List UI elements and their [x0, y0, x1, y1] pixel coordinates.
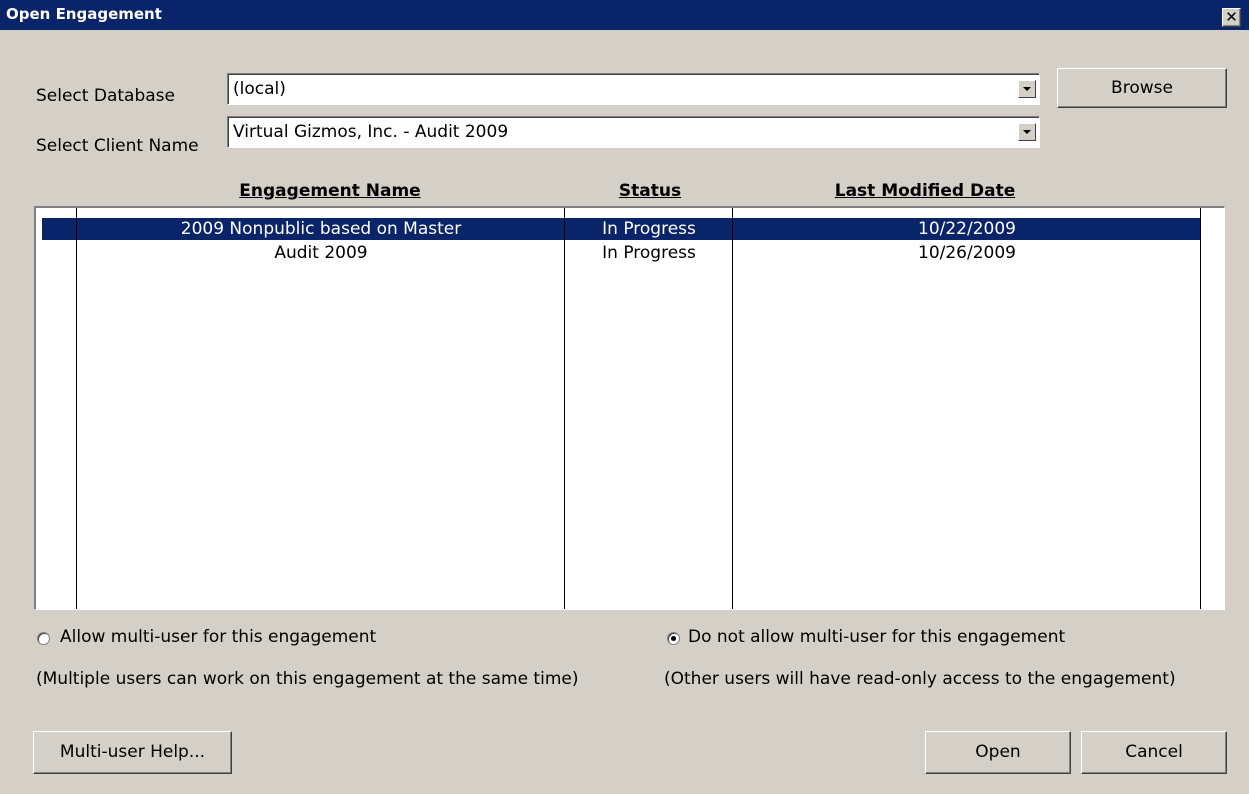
- allow-multiuser-radio[interactable]: [37, 632, 50, 645]
- client-combo[interactable]: Virtual Gizmos, Inc. - Audit 2009: [227, 116, 1040, 148]
- database-combo[interactable]: (local): [227, 73, 1040, 105]
- column-divider: [76, 208, 77, 609]
- modified-cell: 10/26/2009: [918, 243, 1016, 263]
- status-cell: In Progress: [602, 243, 696, 263]
- table-row[interactable]: 2009 Nonpublic based on Master In Progre…: [42, 218, 1201, 240]
- allow-multiuser-label[interactable]: Allow multi-user for this engagement: [60, 627, 376, 647]
- table-row[interactable]: Audit 2009 In Progress 10/26/2009: [42, 242, 1201, 264]
- column-header-engagement-name[interactable]: Engagement Name: [200, 181, 460, 201]
- modified-cell: 10/22/2009: [918, 219, 1016, 239]
- deny-multiuser-description: (Other users will have read-only access …: [664, 669, 1176, 689]
- status-cell: In Progress: [602, 219, 696, 239]
- database-value: (local): [233, 79, 286, 99]
- database-dropdown-icon[interactable]: [1018, 80, 1036, 98]
- select-client-label: Select Client Name: [36, 136, 199, 156]
- allow-multiuser-description: (Multiple users can work on this engagem…: [36, 669, 579, 689]
- engagement-name-cell: 2009 Nonpublic based on Master: [180, 219, 462, 239]
- title-bar: Open Engagement ✕: [0, 0, 1249, 30]
- engagement-name-cell: Audit 2009: [274, 243, 368, 263]
- engagement-list[interactable]: 2009 Nonpublic based on Master In Progre…: [34, 206, 1225, 610]
- close-button[interactable]: ✕: [1222, 8, 1241, 27]
- deny-multiuser-label[interactable]: Do not allow multi-user for this engagem…: [688, 627, 1065, 647]
- select-database-label: Select Database: [36, 86, 175, 106]
- client-value: Virtual Gizmos, Inc. - Audit 2009: [233, 122, 509, 142]
- column-header-status[interactable]: Status: [590, 181, 710, 201]
- column-divider: [732, 208, 733, 609]
- column-divider: [1200, 208, 1201, 609]
- multiuser-help-button[interactable]: Multi-user Help...: [33, 731, 232, 774]
- client-dropdown-icon[interactable]: [1018, 123, 1036, 141]
- window-title: Open Engagement: [6, 5, 162, 23]
- browse-button[interactable]: Browse: [1057, 68, 1227, 108]
- cancel-button[interactable]: Cancel: [1081, 731, 1227, 774]
- column-header-last-modified[interactable]: Last Modified Date: [810, 181, 1040, 201]
- close-icon: ✕: [1225, 8, 1238, 26]
- column-divider: [564, 208, 565, 609]
- open-button[interactable]: Open: [925, 731, 1071, 774]
- deny-multiuser-radio[interactable]: [667, 632, 680, 645]
